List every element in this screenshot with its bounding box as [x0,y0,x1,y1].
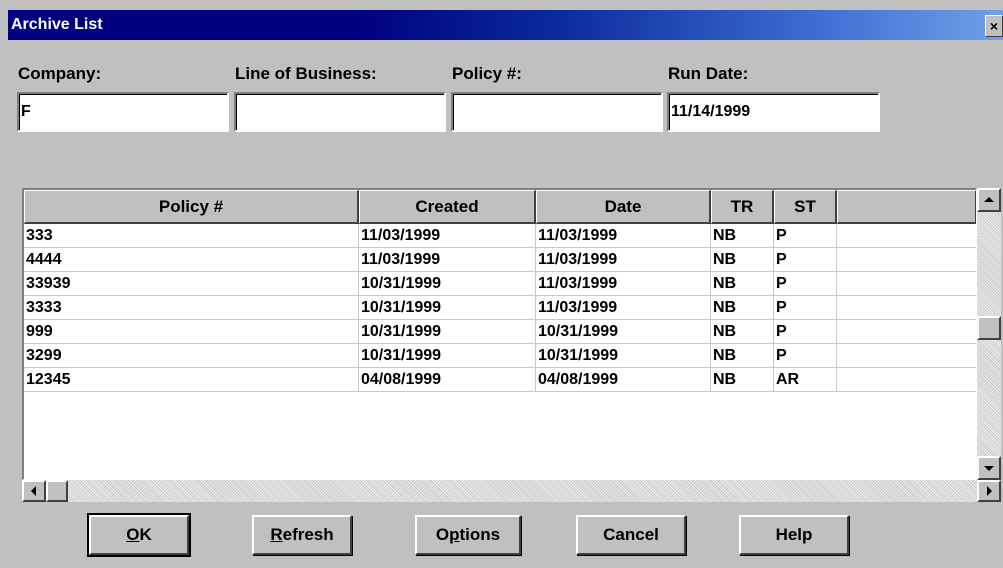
cell-policy: 999 [24,320,359,343]
cell-st: P [774,272,837,295]
cell-st: AR [774,368,837,391]
table-row[interactable]: 333 11/03/1999 11/03/1999 NB P [24,224,976,248]
scroll-right-button[interactable] [977,480,1001,502]
cell-policy: 3299 [24,344,359,367]
table-row[interactable]: 4444 11/03/1999 11/03/1999 NB P [24,248,976,272]
table-row[interactable]: 3333 10/31/1999 11/03/1999 NB P [24,296,976,320]
vertical-scroll-thumb[interactable] [977,316,1001,340]
company-label: Company: [18,64,102,83]
cell-tr: NB [711,248,774,271]
options-label-rest: tions [459,525,501,544]
archive-grid[interactable]: Policy # Created Date TR ST 333 11/03/199… [22,188,977,480]
cell-blank [837,224,976,247]
cell-tr: NB [711,344,774,367]
close-button[interactable]: × [985,15,1003,37]
cell-tr: NB [711,320,774,343]
cell-blank [837,368,976,391]
options-mnemonic: p [449,525,460,544]
cell-date: 11/03/1999 [536,272,711,295]
line-of-business-label: Line of Business: [235,64,377,83]
refresh-mnemonic: R [270,525,283,544]
cell-policy: 33939 [24,272,359,295]
scroll-up-button[interactable] [977,188,1001,212]
cell-policy: 12345 [24,368,359,391]
grid-body: 333 11/03/1999 11/03/1999 NB P 4444 11/03/1999… [24,224,976,392]
cell-date: 10/31/1999 [536,344,711,367]
company-field[interactable] [17,92,229,132]
ok-mnemonic: O [126,525,140,544]
window-title: Archive List [11,16,103,33]
run-date-field[interactable] [667,92,880,132]
cell-blank [837,320,976,343]
table-row[interactable]: 999 10/31/1999 10/31/1999 NB P [24,320,976,344]
cell-st: P [774,296,837,319]
options-button[interactable]: Options [415,515,521,555]
column-header-created[interactable]: Created [359,190,536,224]
cell-created: 11/03/1999 [359,248,536,271]
title-bar[interactable]: Archive List × [8,10,1003,40]
cancel-button[interactable]: Cancel [576,515,686,555]
line-of-business-field[interactable] [234,92,446,132]
cell-created: 10/31/1999 [359,320,536,343]
column-header-tr[interactable]: TR [711,190,774,224]
cell-tr: NB [711,224,774,247]
cell-blank [837,296,976,319]
table-row[interactable]: 3299 10/31/1999 10/31/1999 NB P [24,344,976,368]
cell-st: P [774,320,837,343]
cell-tr: NB [711,272,774,295]
down-arrow-icon [984,466,994,471]
column-header-policy[interactable]: Policy # [24,190,359,224]
cell-tr: NB [711,296,774,319]
cell-created: 10/31/1999 [359,272,536,295]
cell-policy: 333 [24,224,359,247]
policy-number-field[interactable] [451,92,663,132]
cell-created: 04/08/1999 [359,368,536,391]
cell-blank [837,248,976,271]
archive-list-dialog: Archive List × Company: Line of Business… [0,0,1003,568]
column-header-st[interactable]: ST [774,190,837,224]
cell-created: 10/31/1999 [359,296,536,319]
refresh-button[interactable]: Refresh [252,515,352,555]
table-row[interactable]: 12345 04/08/1999 04/08/1999 NB AR [24,368,976,392]
cell-st: P [774,224,837,247]
cell-date: 10/31/1999 [536,320,711,343]
cell-st: P [774,248,837,271]
cell-tr: NB [711,368,774,391]
cell-blank [837,344,976,367]
help-button[interactable]: Help [739,515,849,555]
right-arrow-icon [987,486,992,496]
scroll-left-button[interactable] [22,480,46,502]
cell-created: 11/03/1999 [359,224,536,247]
cell-policy: 4444 [24,248,359,271]
close-icon: × [989,18,999,34]
up-arrow-icon [984,197,994,202]
cell-date: 04/08/1999 [536,368,711,391]
policy-number-label: Policy #: [452,64,522,83]
table-row[interactable]: 33939 10/31/1999 11/03/1999 NB P [24,272,976,296]
cell-created: 10/31/1999 [359,344,536,367]
cell-policy: 3333 [24,296,359,319]
ok-label-rest: K [139,525,152,544]
ok-button[interactable]: OK [87,513,191,557]
cell-date: 11/03/1999 [536,248,711,271]
scroll-down-button[interactable] [977,456,1001,480]
horizontal-scroll-thumb[interactable] [46,480,68,502]
refresh-label-rest: efresh [282,525,334,544]
options-label-pre: O [435,525,450,544]
left-arrow-icon [31,486,36,496]
column-header-date[interactable]: Date [536,190,711,224]
cell-st: P [774,344,837,367]
vertical-scrollbar[interactable] [977,188,1001,480]
cell-date: 11/03/1999 [536,296,711,319]
column-header-blank [837,190,976,224]
grid-header: Policy # Created Date TR ST [24,190,976,224]
cell-blank [837,272,976,295]
run-date-label: Run Date: [668,64,749,83]
cell-date: 11/03/1999 [536,224,711,247]
horizontal-scrollbar[interactable] [22,480,1001,502]
